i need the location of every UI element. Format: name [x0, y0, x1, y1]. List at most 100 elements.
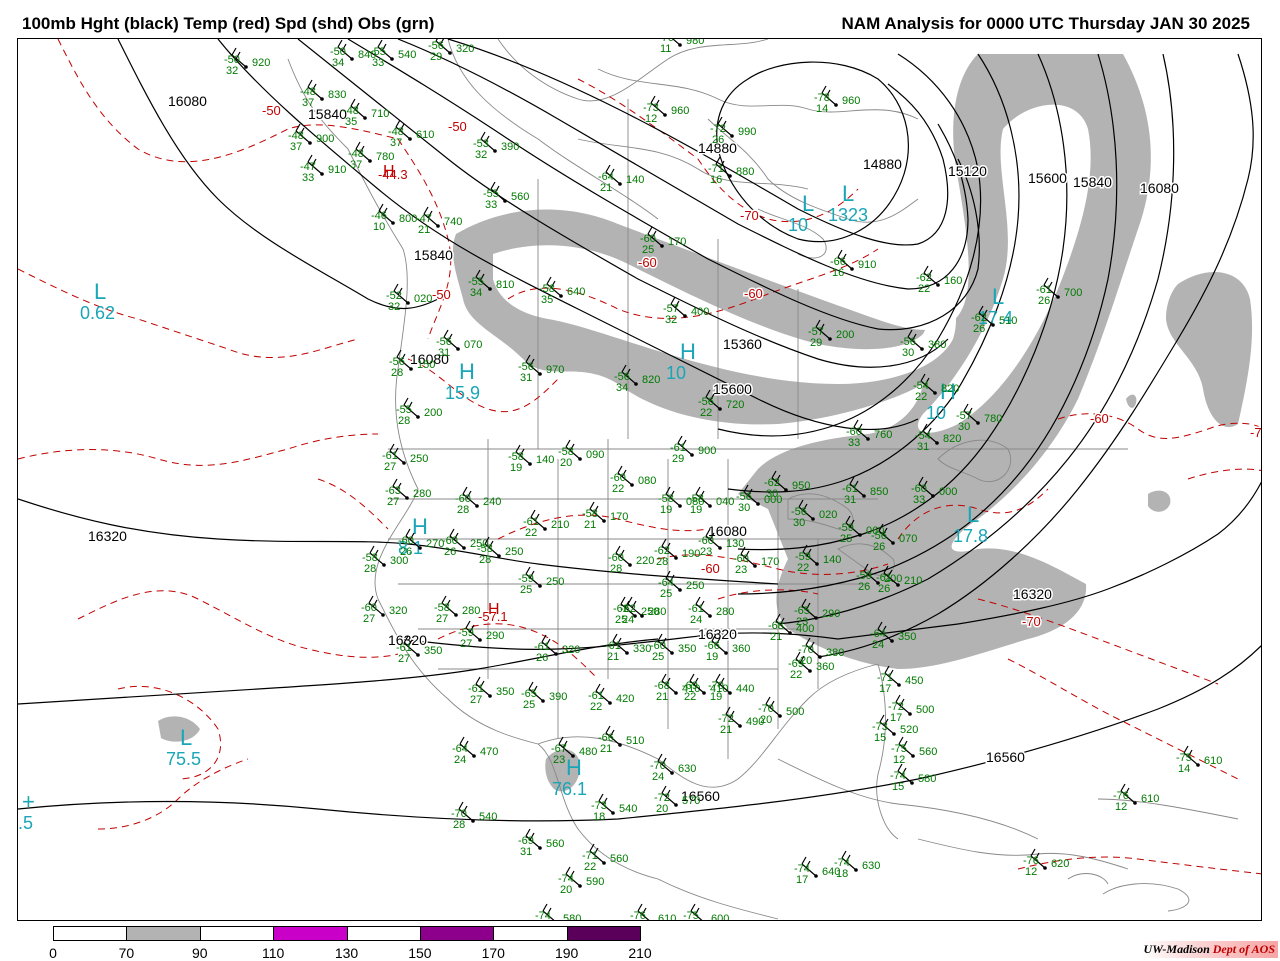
station-obs[interactable]: -6621510: [598, 725, 644, 755]
station-obs[interactable]: -5820090: [558, 439, 604, 469]
station-obs[interactable]: -5629320: [428, 39, 474, 63]
station-obs[interactable]: -7217500: [888, 694, 934, 724]
station-dot: [320, 172, 324, 176]
station-obs[interactable]: -6122420: [588, 683, 634, 713]
station-obs[interactable]: -7019440: [708, 673, 754, 703]
station-obs[interactable]: -7312960: [643, 95, 689, 125]
obs-height: 170: [761, 556, 779, 568]
map-title: 100mb Hght (black) Temp (red) Spd (shd) …: [22, 14, 435, 33]
station-obs[interactable]: -6127350: [468, 676, 514, 706]
station-obs[interactable]: -6023170: [733, 546, 779, 576]
obs-dewpoint: 12: [645, 113, 657, 125]
colorbar-segment: [346, 926, 421, 941]
colorbar-segment: [493, 926, 568, 941]
station-obs[interactable]: -5631070: [436, 329, 482, 359]
station-obs[interactable]: -5925250: [518, 566, 564, 596]
station-dot: [503, 199, 507, 203]
colorbar-label: 210: [628, 945, 652, 961]
station-obs[interactable]: -6228190: [654, 538, 700, 568]
station-obs[interactable]: -6121330: [605, 633, 651, 663]
obs-dewpoint: 22: [700, 407, 712, 419]
map-canvas: 16080158401488014880 15120 15600 15840 16080…: [18, 39, 1261, 921]
station-obs[interactable]: -4837610: [388, 119, 434, 149]
station-obs[interactable]: -6525390: [521, 681, 567, 711]
station-obs[interactable]: -4610800: [371, 203, 417, 233]
station-dot: [628, 563, 632, 567]
station-obs[interactable]: -6327280: [385, 478, 431, 508]
station-dot: [543, 527, 547, 531]
station-obs[interactable]: -7122560: [582, 843, 628, 873]
obs-height: 830: [328, 89, 346, 101]
station-obs[interactable]: -5533560: [483, 181, 529, 211]
station-obs[interactable]: -7514610: [1176, 745, 1222, 775]
station-obs[interactable]: -6424470: [452, 736, 498, 766]
center-letter: L: [992, 284, 1004, 309]
station-obs[interactable]: -4837900: [288, 123, 334, 153]
station-obs[interactable]: -5528200: [396, 397, 442, 427]
obs-height: 040: [716, 496, 734, 508]
station-obs[interactable]: -6025350: [650, 633, 696, 663]
station-obs[interactable]: -6616910: [830, 249, 876, 279]
station-dot: [408, 137, 412, 141]
obs-dewpoint: 29: [810, 337, 822, 349]
station-obs[interactable]: -5827280: [434, 595, 480, 625]
station-obs[interactable]: -7612610: [1113, 783, 1159, 813]
station-obs[interactable]: -6421140: [598, 164, 644, 194]
station-obs[interactable]: -5332390: [473, 131, 519, 161]
station-obs[interactable]: -6124280: [688, 596, 734, 626]
obs-height: 320: [389, 605, 407, 617]
station-obs[interactable]: -7418630: [834, 850, 880, 880]
obs-dewpoint: 33: [372, 57, 384, 69]
obs-height: 160: [944, 275, 962, 287]
obs-dewpoint: 31: [520, 846, 532, 858]
obs-height: 320: [562, 644, 580, 656]
station-obs[interactable]: -6022080: [610, 465, 656, 495]
station-obs[interactable]: -4733910: [300, 154, 346, 184]
weather-map[interactable]: 16080 15840 14880 14880 15120 15600 15840 16080…: [17, 38, 1262, 921]
obs-dewpoint: 33: [485, 199, 497, 211]
station-obs[interactable]: -7512560: [891, 736, 937, 766]
station-obs[interactable]: -6122210: [523, 509, 569, 539]
station-dot: [538, 372, 542, 376]
station-obs[interactable]: -6028240: [455, 486, 501, 516]
station-dot: [718, 407, 722, 411]
height-label: 16320: [1013, 586, 1052, 602]
station-dot: [409, 367, 413, 371]
obs-height: 280: [413, 488, 431, 500]
station-obs[interactable]: -6028220: [608, 545, 654, 575]
station-obs[interactable]: -7512600: [683, 903, 729, 921]
station-dot: [753, 564, 757, 568]
station-dot: [497, 554, 501, 558]
station-obs[interactable]: -7117450: [877, 665, 923, 695]
obs-dewpoint: 24: [622, 614, 634, 626]
station-obs[interactable]: -4835710: [343, 98, 389, 128]
station-obs[interactable]: -4837830: [300, 79, 346, 109]
obs-dewpoint: 21: [600, 743, 612, 755]
station-obs[interactable]: -7612610: [630, 903, 676, 921]
obs-height: 480: [579, 746, 597, 758]
station-obs[interactable]: -7028540: [451, 801, 497, 831]
high-temp-marker: H: [488, 601, 500, 618]
station-obs[interactable]: -4721740: [416, 206, 462, 236]
obs-height: 970: [546, 364, 564, 376]
obs-height: 800: [399, 213, 417, 225]
station-obs[interactable]: -6129900: [670, 435, 716, 465]
station-obs[interactable]: -7420590: [558, 866, 604, 896]
station-obs[interactable]: -7020500: [758, 696, 804, 726]
station-obs[interactable]: -5819040: [688, 486, 734, 516]
colorbar-label: 70: [118, 945, 135, 961]
station-obs[interactable]: -6931560: [518, 828, 564, 858]
obs-height: 500: [786, 706, 804, 718]
station-obs[interactable]: -5927290: [458, 620, 504, 650]
obs-dewpoint: 30: [793, 517, 805, 529]
center-letter: H: [680, 339, 696, 364]
obs-dewpoint: 27: [398, 653, 410, 665]
station-obs[interactable]: -5533540: [370, 39, 416, 69]
station-obs[interactable]: -6425250: [658, 570, 704, 600]
station-obs[interactable]: -7415580: [890, 763, 936, 793]
obs-height: 070: [464, 339, 482, 351]
obs-height: 020: [819, 509, 837, 521]
obs-dewpoint: 19: [660, 504, 672, 516]
station-obs[interactable]: -7418580: [535, 903, 581, 921]
station-dot: [850, 267, 854, 271]
